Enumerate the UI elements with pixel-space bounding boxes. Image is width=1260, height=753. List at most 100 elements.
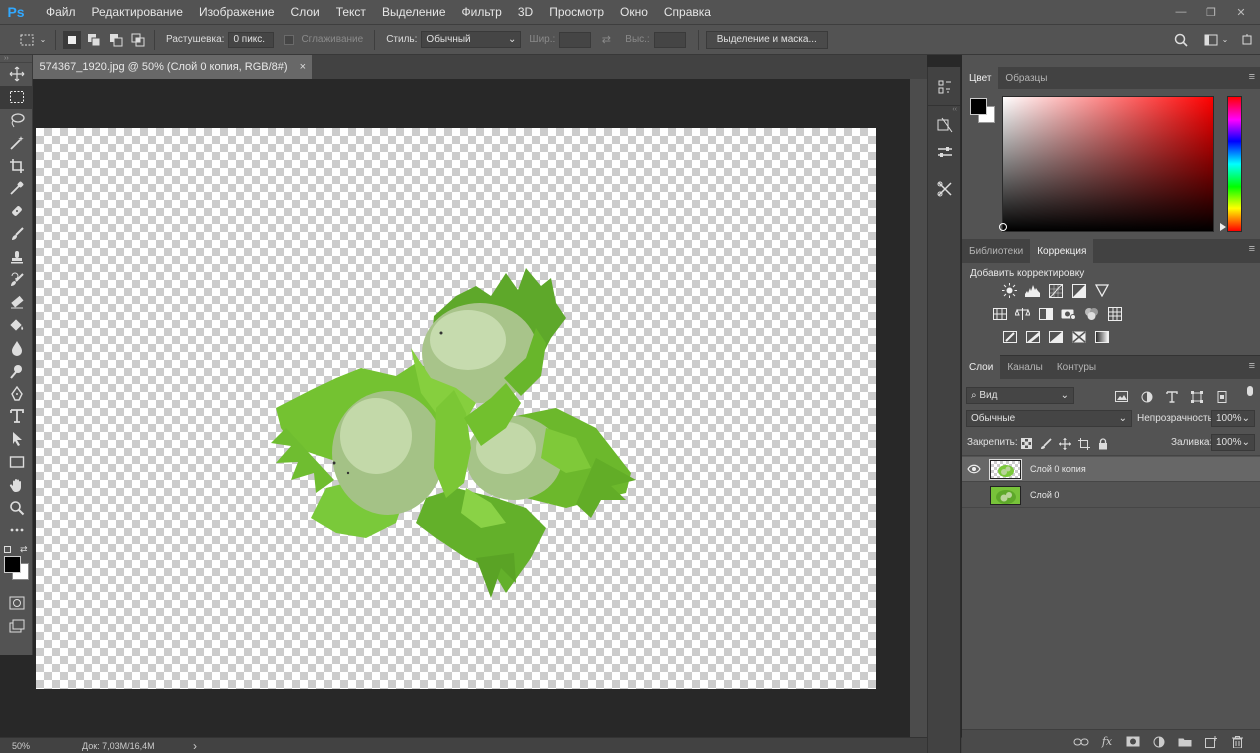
marquee-preset-icon[interactable] bbox=[16, 31, 38, 49]
restore-button[interactable]: ❐ bbox=[1198, 3, 1224, 21]
zoom-tool-icon[interactable] bbox=[0, 496, 33, 519]
marquee-tool-icon[interactable] bbox=[0, 85, 33, 109]
subtract-selection-icon[interactable] bbox=[107, 31, 125, 49]
tab-corrections[interactable]: Коррекция bbox=[1030, 239, 1094, 263]
zoom-level[interactable]: 50% bbox=[12, 741, 52, 751]
intersect-selection-icon[interactable] bbox=[129, 31, 147, 49]
layer-filter-select[interactable]: ⌕ Вид ⌄ bbox=[966, 387, 1074, 404]
tool-presets-icon[interactable] bbox=[928, 175, 962, 203]
foreground-color-swatch[interactable] bbox=[4, 555, 21, 573]
menu-view[interactable]: Просмотр bbox=[541, 0, 612, 24]
filter-adjustment-icon[interactable] bbox=[1137, 387, 1156, 406]
black-white-icon[interactable] bbox=[1036, 304, 1055, 323]
filter-shape-icon[interactable] bbox=[1187, 387, 1206, 406]
tab-channels[interactable]: Каналы bbox=[1000, 355, 1050, 379]
blend-mode-select[interactable]: Обычные ⌄ bbox=[966, 410, 1132, 427]
layer-style-fx-icon[interactable]: fx bbox=[1096, 733, 1118, 751]
eyedropper-tool-icon[interactable] bbox=[0, 177, 33, 200]
screen-mode-icon[interactable] bbox=[0, 615, 33, 638]
add-selection-icon[interactable] bbox=[85, 31, 103, 49]
exposure-icon[interactable] bbox=[1069, 281, 1088, 300]
document-canvas[interactable] bbox=[36, 128, 876, 689]
fill-input[interactable]: 100% ⌄ bbox=[1211, 434, 1255, 451]
pen-tool-icon[interactable] bbox=[0, 382, 33, 405]
invert-icon[interactable] bbox=[1000, 327, 1019, 346]
filter-pixel-icon[interactable] bbox=[1112, 387, 1131, 406]
hue-slider[interactable] bbox=[1227, 96, 1242, 232]
paint-bucket-tool-icon[interactable] bbox=[0, 314, 33, 337]
layer-row[interactable]: Слой 0 bbox=[962, 483, 1260, 508]
visibility-eye-icon[interactable] bbox=[962, 464, 986, 474]
selective-color-icon[interactable] bbox=[1069, 327, 1088, 346]
share-icon[interactable] bbox=[1238, 31, 1256, 49]
rectangle-tool-icon[interactable] bbox=[0, 451, 33, 474]
tab-layers[interactable]: Слои bbox=[962, 355, 1001, 379]
brush-tool-icon[interactable] bbox=[0, 223, 33, 246]
curves-icon[interactable] bbox=[1046, 281, 1065, 300]
hue-saturation-icon[interactable] bbox=[990, 304, 1009, 323]
lock-artboard-icon[interactable] bbox=[1077, 434, 1090, 453]
lasso-tool-icon[interactable] bbox=[0, 109, 33, 132]
panel-grip[interactable]: ›› bbox=[0, 55, 32, 63]
select-mask-button[interactable]: Выделение и маска... bbox=[705, 30, 828, 49]
menu-window[interactable]: Окно bbox=[612, 0, 656, 24]
color-balance-icon[interactable] bbox=[1013, 304, 1032, 323]
new-adjustment-icon[interactable] bbox=[1148, 733, 1170, 751]
menu-3d[interactable]: 3D bbox=[510, 0, 541, 24]
status-menu-arrow[interactable]: › bbox=[193, 739, 197, 753]
stamp-tool-icon[interactable] bbox=[0, 245, 33, 268]
tab-swatches[interactable]: Образцы bbox=[998, 67, 1054, 89]
more-tools-icon[interactable] bbox=[0, 519, 33, 542]
style-select[interactable]: Обычный ⌄ bbox=[421, 31, 522, 48]
close-tab-icon[interactable]: × bbox=[300, 61, 306, 73]
threshold-icon[interactable] bbox=[1046, 327, 1065, 346]
healing-brush-tool-icon[interactable] bbox=[0, 200, 33, 223]
quick-mask-icon[interactable] bbox=[0, 592, 33, 615]
menu-text[interactable]: Текст bbox=[328, 0, 374, 24]
lock-transparency-icon[interactable] bbox=[1020, 434, 1033, 453]
properties-icon[interactable] bbox=[928, 111, 962, 139]
close-window-button[interactable]: ✕ bbox=[1228, 3, 1254, 21]
eraser-tool-icon[interactable] bbox=[0, 291, 33, 314]
hue-slider-handle[interactable] bbox=[1220, 223, 1226, 231]
type-tool-icon[interactable] bbox=[0, 405, 33, 428]
menu-help[interactable]: Справка bbox=[656, 0, 719, 24]
magic-wand-tool-icon[interactable] bbox=[0, 131, 33, 154]
gradient-map-icon[interactable] bbox=[1092, 327, 1111, 346]
height-input[interactable] bbox=[653, 31, 686, 48]
panel-menu-icon[interactable]: ≡ bbox=[1249, 243, 1255, 255]
new-selection-icon[interactable] bbox=[63, 30, 81, 49]
move-tool-icon[interactable] bbox=[0, 63, 33, 86]
menu-select[interactable]: Выделение bbox=[374, 0, 454, 24]
default-colors-icon[interactable] bbox=[4, 545, 11, 553]
tab-color[interactable]: Цвет bbox=[962, 67, 999, 89]
panel-menu-icon[interactable]: ≡ bbox=[1249, 71, 1255, 83]
panel-menu-icon[interactable]: ≡ bbox=[1249, 360, 1255, 372]
menu-file[interactable]: Файл bbox=[38, 0, 84, 24]
opacity-input[interactable]: 100% ⌄ bbox=[1211, 410, 1255, 427]
search-icon[interactable] bbox=[1172, 31, 1190, 49]
filter-smart-object-icon[interactable] bbox=[1212, 387, 1231, 406]
menu-image[interactable]: Изображение bbox=[191, 0, 283, 24]
new-layer-icon[interactable] bbox=[1200, 733, 1222, 751]
history-icon[interactable] bbox=[928, 73, 962, 101]
trash-icon[interactable] bbox=[1226, 733, 1248, 751]
dodge-tool-icon[interactable] bbox=[0, 359, 33, 382]
swap-icon[interactable]: ⇄ bbox=[597, 31, 615, 49]
levels-icon[interactable] bbox=[1023, 281, 1042, 300]
visibility-toggle[interactable] bbox=[962, 490, 986, 500]
blur-tool-icon[interactable] bbox=[0, 337, 33, 360]
filter-toggle[interactable] bbox=[1247, 386, 1253, 396]
color-foreground-swatch[interactable] bbox=[970, 98, 987, 115]
menu-layers[interactable]: Слои bbox=[283, 0, 328, 24]
lock-all-icon[interactable] bbox=[1096, 434, 1109, 453]
minimize-button[interactable]: — bbox=[1168, 3, 1194, 21]
lock-pixels-icon[interactable] bbox=[1039, 434, 1052, 453]
vertical-scrollbar[interactable] bbox=[910, 79, 927, 737]
menu-edit[interactable]: Редактирование bbox=[84, 0, 191, 24]
adjustments-sliders-icon[interactable] bbox=[928, 139, 962, 167]
add-mask-icon[interactable] bbox=[1122, 733, 1144, 751]
document-tab[interactable]: nuts-1574367_1920.jpg @ 50% (Слой 0 копи… bbox=[33, 55, 312, 79]
layer-row[interactable]: Слой 0 копия bbox=[962, 457, 1260, 482]
lock-position-icon[interactable] bbox=[1058, 434, 1071, 453]
